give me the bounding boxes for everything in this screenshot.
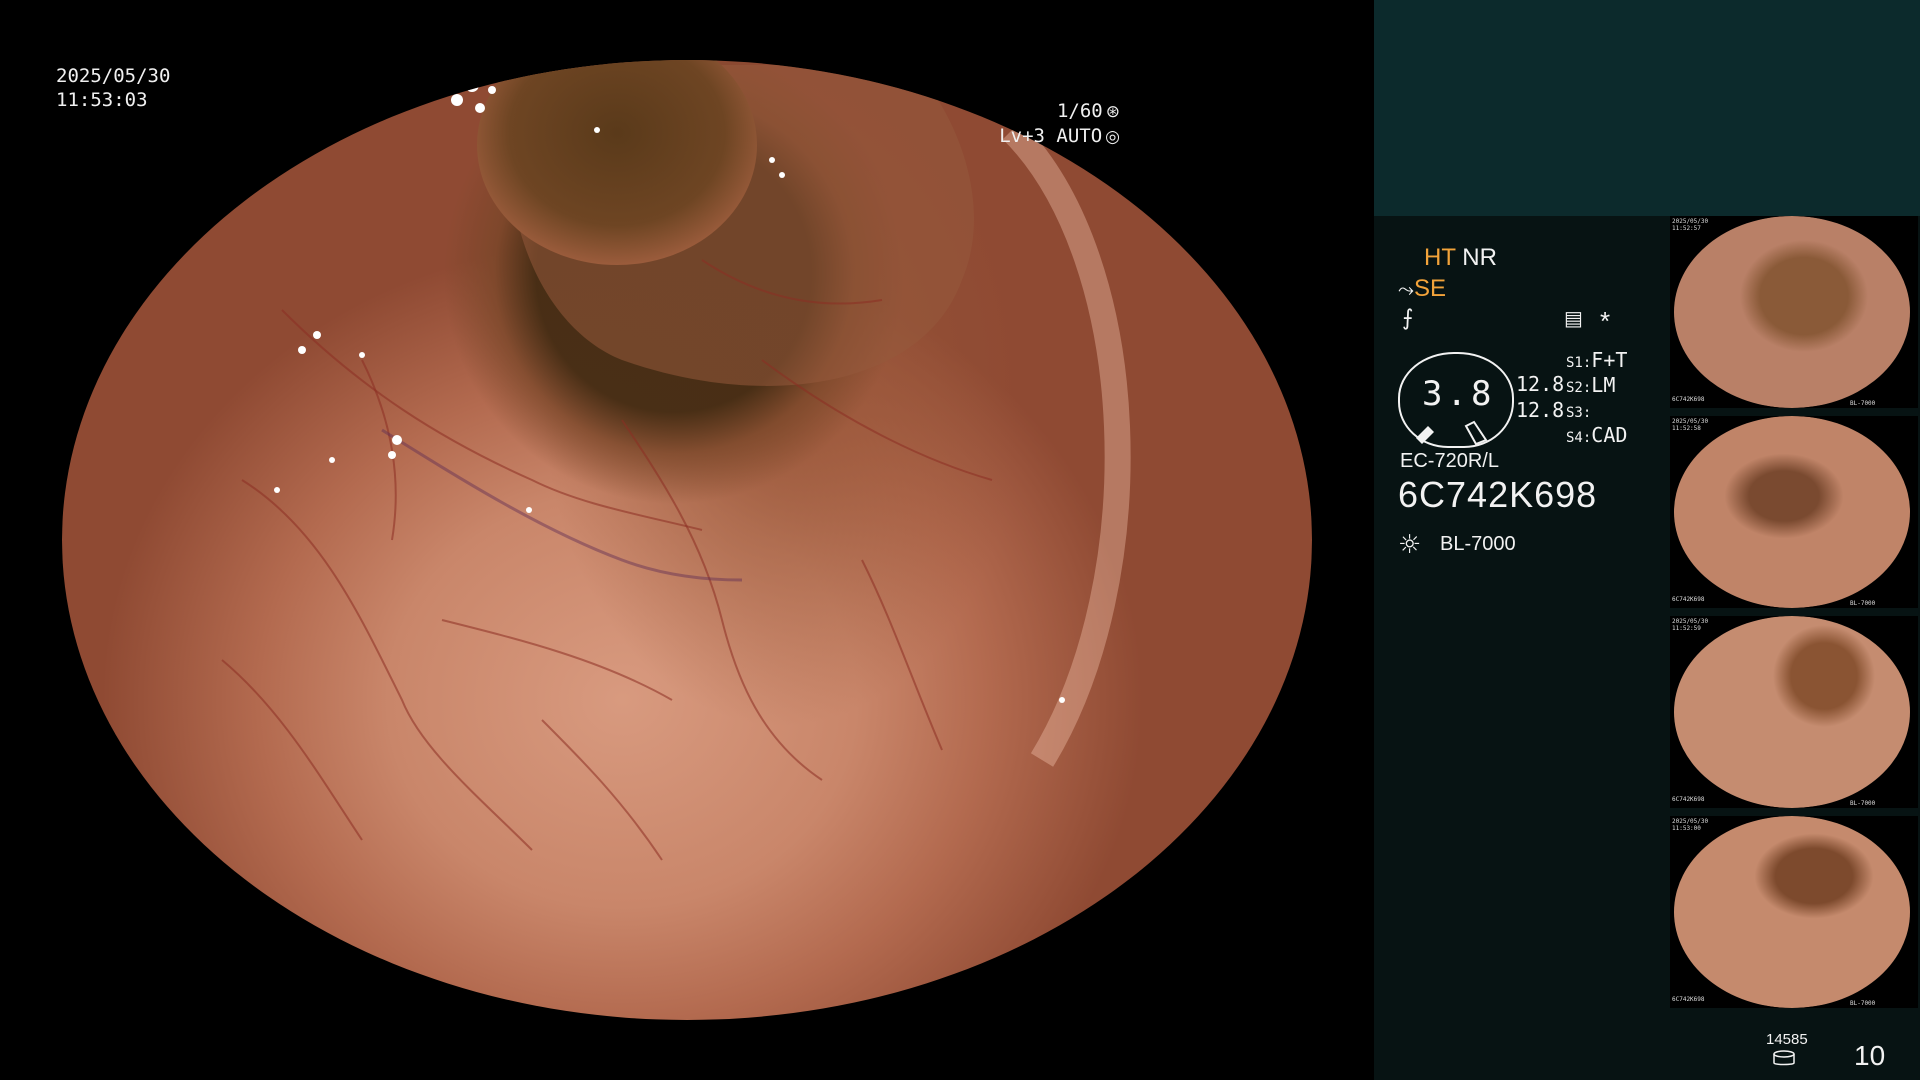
setting-key: S2: xyxy=(1566,380,1592,396)
thumbnail-image xyxy=(1674,216,1910,408)
thumbnail-image xyxy=(1674,616,1910,808)
storage-count: 14585 xyxy=(1766,1031,1808,1048)
thumb-label-right: BL-7000 xyxy=(1850,400,1876,407)
mode-se: SE xyxy=(1414,275,1447,302)
thumb-caption-top: 2025/05/30 11:52:57 xyxy=(1672,218,1709,232)
setting-key: S4: xyxy=(1566,430,1592,446)
thumb-caption-bottom: 6C742K698 xyxy=(1672,796,1705,803)
thumbnail-1[interactable]: 2025/05/30 11:52:57 6C742K698 BL-7000 xyxy=(1670,216,1918,408)
mode-ht: HT xyxy=(1424,244,1456,271)
setting-s2: S2:LM xyxy=(1566,373,1615,397)
date-text: 2025/05/30 xyxy=(56,65,171,87)
gauge-markers xyxy=(1416,420,1488,446)
thumb-caption-top: 2025/05/30 11:52:58 xyxy=(1672,418,1709,432)
thumb-caption-bottom: 6C742K698 xyxy=(1672,596,1705,603)
storage-icon xyxy=(1773,1050,1795,1066)
image-count: 10 xyxy=(1854,1040,1886,1071)
thumb-label-right: BL-7000 xyxy=(1850,1000,1876,1007)
freeze-icon: ⨍ xyxy=(1402,305,1414,330)
top-info-panel xyxy=(1374,0,1920,216)
setting-s3: S3: xyxy=(1566,398,1591,422)
setting-key: S3: xyxy=(1566,405,1592,421)
thumbnail-image xyxy=(1674,416,1910,608)
setting-value: F+T xyxy=(1591,348,1628,372)
mode-line-2: ⤳SE xyxy=(1398,275,1446,303)
setting-value: CAD xyxy=(1591,423,1628,447)
shutter-text: 1/60 xyxy=(1056,100,1103,122)
iris-icon: ◎ xyxy=(1105,127,1120,147)
scope-model: EC-720R/L xyxy=(1400,450,1499,472)
thumb-caption-bottom: 6C742K698 xyxy=(1672,396,1705,403)
thumb-label-right: BL-7000 xyxy=(1850,800,1876,807)
shutter-icon: ⊛ xyxy=(1105,102,1120,122)
thumb-caption-top: 2025/05/30 11:52:59 xyxy=(1672,618,1709,632)
star-mark: * xyxy=(1600,306,1611,336)
mode-line-1: HT NR xyxy=(1424,244,1497,272)
thumbnail-2[interactable]: 2025/05/30 11:52:58 6C742K698 BL-7000 xyxy=(1670,416,1918,608)
time-text: 11:53:03 xyxy=(56,89,148,111)
setting-key: S1: xyxy=(1566,355,1592,371)
mucosa-texture xyxy=(221,60,1131,1014)
light-source-icon: ☼ xyxy=(1398,530,1422,560)
endoscopic-image xyxy=(62,60,1312,1020)
iris-text: Lv+3 AUTO xyxy=(999,125,1103,147)
readout-bottom: 12.8 xyxy=(1516,398,1565,422)
exposure-info: 1/60 ⊛ Lv+3 AUTO ◎ xyxy=(999,99,1120,149)
thumb-label-right: BL-7000 xyxy=(1850,600,1876,607)
enhance-icon: ⤳ xyxy=(1398,279,1414,301)
scope-serial: 6C742K698 xyxy=(1398,474,1598,515)
thumb-caption-top: 2025/05/30 11:53:00 xyxy=(1672,818,1709,832)
thumbnail-image xyxy=(1674,816,1910,1008)
thumbnail-4[interactable]: 2025/05/30 11:53:00 6C742K698 BL-7000 xyxy=(1670,816,1918,1008)
scope-gauge-value: 3.8 xyxy=(1422,374,1496,414)
menu-icon: ▤ xyxy=(1564,308,1583,330)
mode-nr: NR xyxy=(1462,244,1497,271)
light-source-label: BL-7000 xyxy=(1440,533,1516,555)
setting-s4: S4:CAD xyxy=(1566,423,1627,447)
thumbnail-3[interactable]: 2025/05/30 11:52:59 6C742K698 BL-7000 xyxy=(1670,616,1918,808)
readout-top: 12.8 xyxy=(1516,372,1565,396)
setting-s1: S1:F+T xyxy=(1566,348,1627,372)
setting-value: LM xyxy=(1591,373,1616,397)
thumb-caption-bottom: 6C742K698 xyxy=(1672,996,1705,1003)
datetime: 2025/05/30 11:53:03 xyxy=(56,64,170,112)
